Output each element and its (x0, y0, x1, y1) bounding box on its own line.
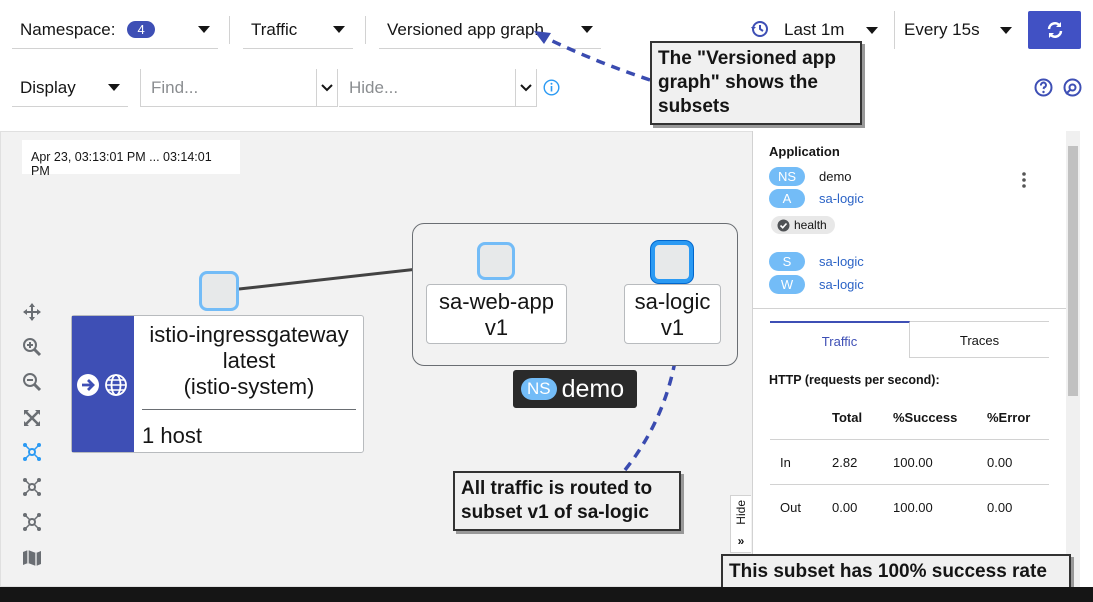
col-success: %Success (893, 410, 958, 425)
ingress-namespace: (istio-system) (183, 374, 315, 399)
ingress-hosts: 1 host (142, 423, 202, 448)
col-total: Total (832, 410, 863, 425)
globe-icon (104, 373, 128, 402)
layout-2-icon[interactable] (22, 512, 44, 534)
namespace-ns-badge: NS (521, 378, 557, 400)
tab-traces[interactable]: Traces (910, 321, 1049, 358)
callout-success-rate: This subset has 100% success rate (721, 554, 1071, 590)
table-header-row: Total %Success %Error (770, 396, 1049, 440)
service-badge: S (769, 252, 805, 271)
summary-panel: Application NS demo A sa-logic health S … (752, 131, 1080, 587)
health-badge: health (771, 216, 835, 234)
ingress-name: istio-ingressgateway (149, 322, 349, 347)
panel-scrollbar-thumb[interactable] (1068, 146, 1078, 396)
namespace-name: demo (561, 374, 625, 403)
hide-panel-toggle[interactable]: Hide » (730, 495, 751, 553)
table-row: Out 0.00 100.00 0.00 (780, 500, 1013, 515)
service-link[interactable]: sa-logic (819, 254, 864, 269)
ingress-node-shape[interactable] (199, 271, 239, 311)
health-label: health (794, 218, 827, 232)
workload-badge: W (769, 275, 805, 294)
check-circle-icon (777, 219, 790, 231)
webapp-node-shape[interactable] (477, 242, 515, 280)
namespace-label-chip[interactable]: NS demo (513, 370, 637, 408)
col-error: %Error (987, 410, 1031, 425)
zoom-out-icon[interactable] (22, 372, 44, 394)
zoom-in-icon[interactable] (22, 337, 44, 359)
bottom-bar (0, 587, 1093, 602)
ingress-version: latest (222, 348, 276, 373)
ingress-stripe (72, 316, 134, 452)
logic-node-card[interactable]: sa-logic v1 (624, 284, 721, 344)
pan-icon[interactable] (22, 302, 44, 324)
logic-version: v1 (660, 315, 685, 340)
layout-default-icon[interactable] (22, 442, 44, 464)
webapp-node-card[interactable]: sa-web-app v1 (426, 284, 567, 344)
webapp-version: v1 (484, 315, 509, 340)
hide-label: Hide (734, 500, 748, 525)
app-badge: A (769, 189, 805, 208)
ns-value: demo (819, 169, 852, 184)
panel-heading: Application (769, 144, 840, 159)
logic-name: sa-logic (634, 289, 711, 314)
http-title: HTTP (requests per second): (769, 373, 940, 387)
ns-badge: NS (769, 167, 805, 186)
legend-map-icon[interactable] (22, 548, 44, 570)
double-chevron-right-icon: » (737, 534, 745, 548)
callout-routing: All traffic is routed to subset v1 of sa… (453, 471, 681, 531)
fit-expand-icon[interactable] (22, 408, 44, 430)
tab-traffic[interactable]: Traffic (770, 321, 910, 358)
workload-link[interactable]: sa-logic (819, 277, 864, 292)
traffic-table: Total %Success %Error In 2.82 100.00 0.0… (770, 396, 1049, 530)
table-row: In 2.82 100.00 0.00 (770, 440, 1049, 485)
callout-versioned-graph: The "Versioned app graph" shows the subs… (650, 41, 862, 125)
app-link[interactable]: sa-logic (819, 191, 864, 206)
arrow-circle-right-icon (76, 373, 100, 402)
webapp-name: sa-web-app (439, 289, 554, 314)
kebab-menu-icon[interactable] (1019, 171, 1029, 189)
ingress-node-card[interactable]: istio-ingressgateway latest (istio-syste… (71, 315, 364, 453)
layout-1-icon[interactable] (22, 477, 44, 499)
logic-node-shape[interactable] (651, 241, 693, 283)
